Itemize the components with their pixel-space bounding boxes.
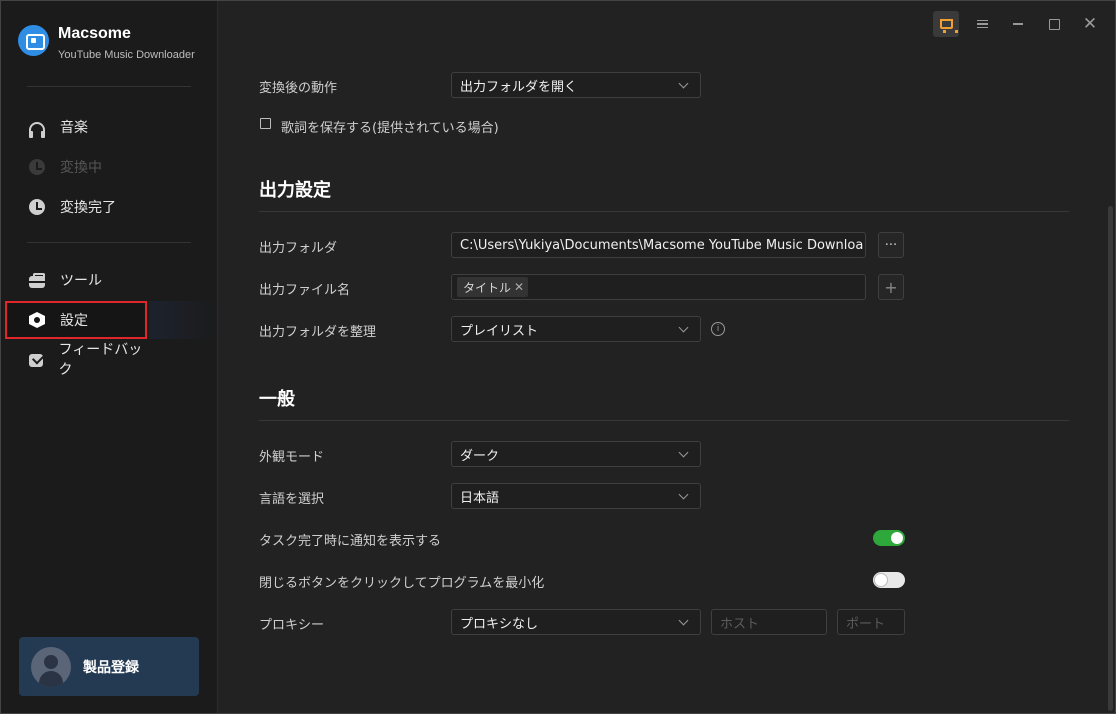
chevron-down-icon (678, 615, 689, 626)
sidebar-item-music[interactable]: 音楽 (5, 108, 147, 146)
appearance-label: 外観モード (259, 450, 325, 465)
language-label: 言語を選択 (259, 492, 325, 507)
add-filename-tag-button[interactable]: + (878, 274, 904, 300)
cart-button[interactable] (933, 11, 959, 37)
proxy-select[interactable]: プロキシなし (451, 609, 701, 635)
sidebar: Macsome YouTube Music Downloader 音楽 変換中 … (1, 1, 219, 713)
headphones-icon (29, 122, 45, 138)
proxy-port-placeholder: ポート (846, 616, 886, 632)
cart-icon (939, 19, 958, 33)
proxy-port-input[interactable]: ポート (837, 609, 905, 635)
sidebar-item-label: ツール (60, 273, 102, 289)
menu-button[interactable] (969, 11, 995, 37)
organize-folder-value: プレイリスト (460, 323, 539, 339)
output-filename-label: 出力ファイル名 (259, 283, 351, 298)
close-button[interactable]: ✕ (1077, 11, 1103, 37)
sidebar-item-label: 音楽 (60, 120, 88, 136)
after-convert-label: 変換後の動作 (259, 81, 338, 96)
after-convert-value: 出力フォルダを開く (460, 79, 578, 95)
proxy-host-input[interactable]: ホスト (711, 609, 827, 635)
minimize-button[interactable] (1005, 11, 1031, 37)
app-logo-icon (18, 25, 49, 56)
settings-hex-icon (29, 312, 45, 328)
filename-tag-label: タイトル (463, 280, 512, 295)
more-icon: ··· (884, 237, 898, 253)
sidebar-item-feedback[interactable]: フィードバック (5, 340, 147, 378)
organize-folder-label: 出力フォルダを整理 (259, 325, 377, 340)
mail-icon (29, 353, 44, 367)
plus-icon: + (884, 277, 898, 297)
sidebar-divider (27, 242, 191, 243)
app-window: Macsome YouTube Music Downloader 音楽 変換中 … (0, 0, 1116, 714)
sidebar-item-label: 変換完了 (60, 200, 116, 216)
sidebar-item-converted[interactable]: 変換完了 (5, 188, 147, 226)
minimize-icon (1013, 23, 1023, 25)
toggle-knob (875, 574, 887, 586)
output-folder-value: C:\Users\Yukiya\Documents\Macsome YouTub… (460, 237, 864, 253)
maximize-icon (1048, 18, 1060, 30)
sidebar-item-label: 変換中 (60, 160, 102, 176)
output-folder-label: 出力フォルダ (259, 241, 338, 256)
close-icon: ✕ (1082, 14, 1098, 34)
notify-label: タスク完了時に通知を表示する (259, 534, 442, 549)
register-button[interactable]: 製品登録 (19, 637, 199, 696)
proxy-label: プロキシー (259, 618, 325, 633)
clock-icon (29, 199, 45, 215)
toolbox-icon (29, 272, 45, 288)
sidebar-item-settings[interactable]: 設定 (5, 301, 219, 339)
chevron-down-icon (678, 78, 689, 89)
minimize-label: 閉じるボタンをクリックしてプログラムを最小化 (259, 576, 545, 591)
save-lyrics-label: 歌詞を保存する(提供されている場合) (281, 121, 499, 136)
menu-icon (976, 20, 988, 28)
language-value: 日本語 (460, 490, 500, 506)
remove-tag-icon[interactable]: ✕ (514, 280, 524, 294)
register-label: 製品登録 (83, 659, 139, 676)
sidebar-item-tools[interactable]: ツール (5, 261, 147, 299)
converting-icon (29, 159, 45, 175)
chevron-down-icon (678, 489, 689, 500)
brand-subtitle: YouTube Music Downloader (58, 49, 195, 61)
section-divider (259, 211, 1069, 212)
sidebar-item-label: フィードバック (58, 342, 143, 378)
sidebar-item-converting[interactable]: 変換中 (5, 148, 147, 186)
info-icon[interactable]: i (711, 322, 725, 336)
proxy-host-placeholder: ホスト (720, 616, 760, 632)
chevron-down-icon (678, 447, 689, 458)
after-convert-select[interactable]: 出力フォルダを開く (451, 72, 701, 98)
chevron-down-icon (678, 322, 689, 333)
save-lyrics-checkbox[interactable] (260, 118, 271, 129)
brand: Macsome YouTube Music Downloader (18, 25, 208, 65)
toggle-knob (891, 532, 903, 544)
brand-name: Macsome (58, 25, 131, 42)
organize-folder-select[interactable]: プレイリスト (451, 316, 701, 342)
maximize-button[interactable] (1041, 11, 1067, 37)
output-folder-input[interactable]: C:\Users\Yukiya\Documents\Macsome YouTub… (451, 232, 866, 258)
general-settings-title: 一般 (259, 389, 295, 410)
output-filename-input[interactable]: タイトル ✕ (451, 274, 866, 300)
scrollbar[interactable] (1108, 206, 1113, 711)
appearance-value: ダーク (460, 448, 500, 464)
notify-toggle[interactable] (873, 530, 905, 546)
language-select[interactable]: 日本語 (451, 483, 701, 509)
output-settings-title: 出力設定 (259, 180, 331, 201)
proxy-value: プロキシなし (460, 616, 539, 632)
section-divider (259, 420, 1069, 421)
sidebar-divider (27, 86, 191, 87)
browse-folder-button[interactable]: ··· (878, 232, 904, 258)
sidebar-item-label: 設定 (60, 313, 88, 329)
filename-tag: タイトル ✕ (457, 277, 529, 297)
avatar-icon (31, 646, 71, 687)
appearance-select[interactable]: ダーク (451, 441, 701, 467)
minimize-toggle[interactable] (873, 572, 905, 588)
